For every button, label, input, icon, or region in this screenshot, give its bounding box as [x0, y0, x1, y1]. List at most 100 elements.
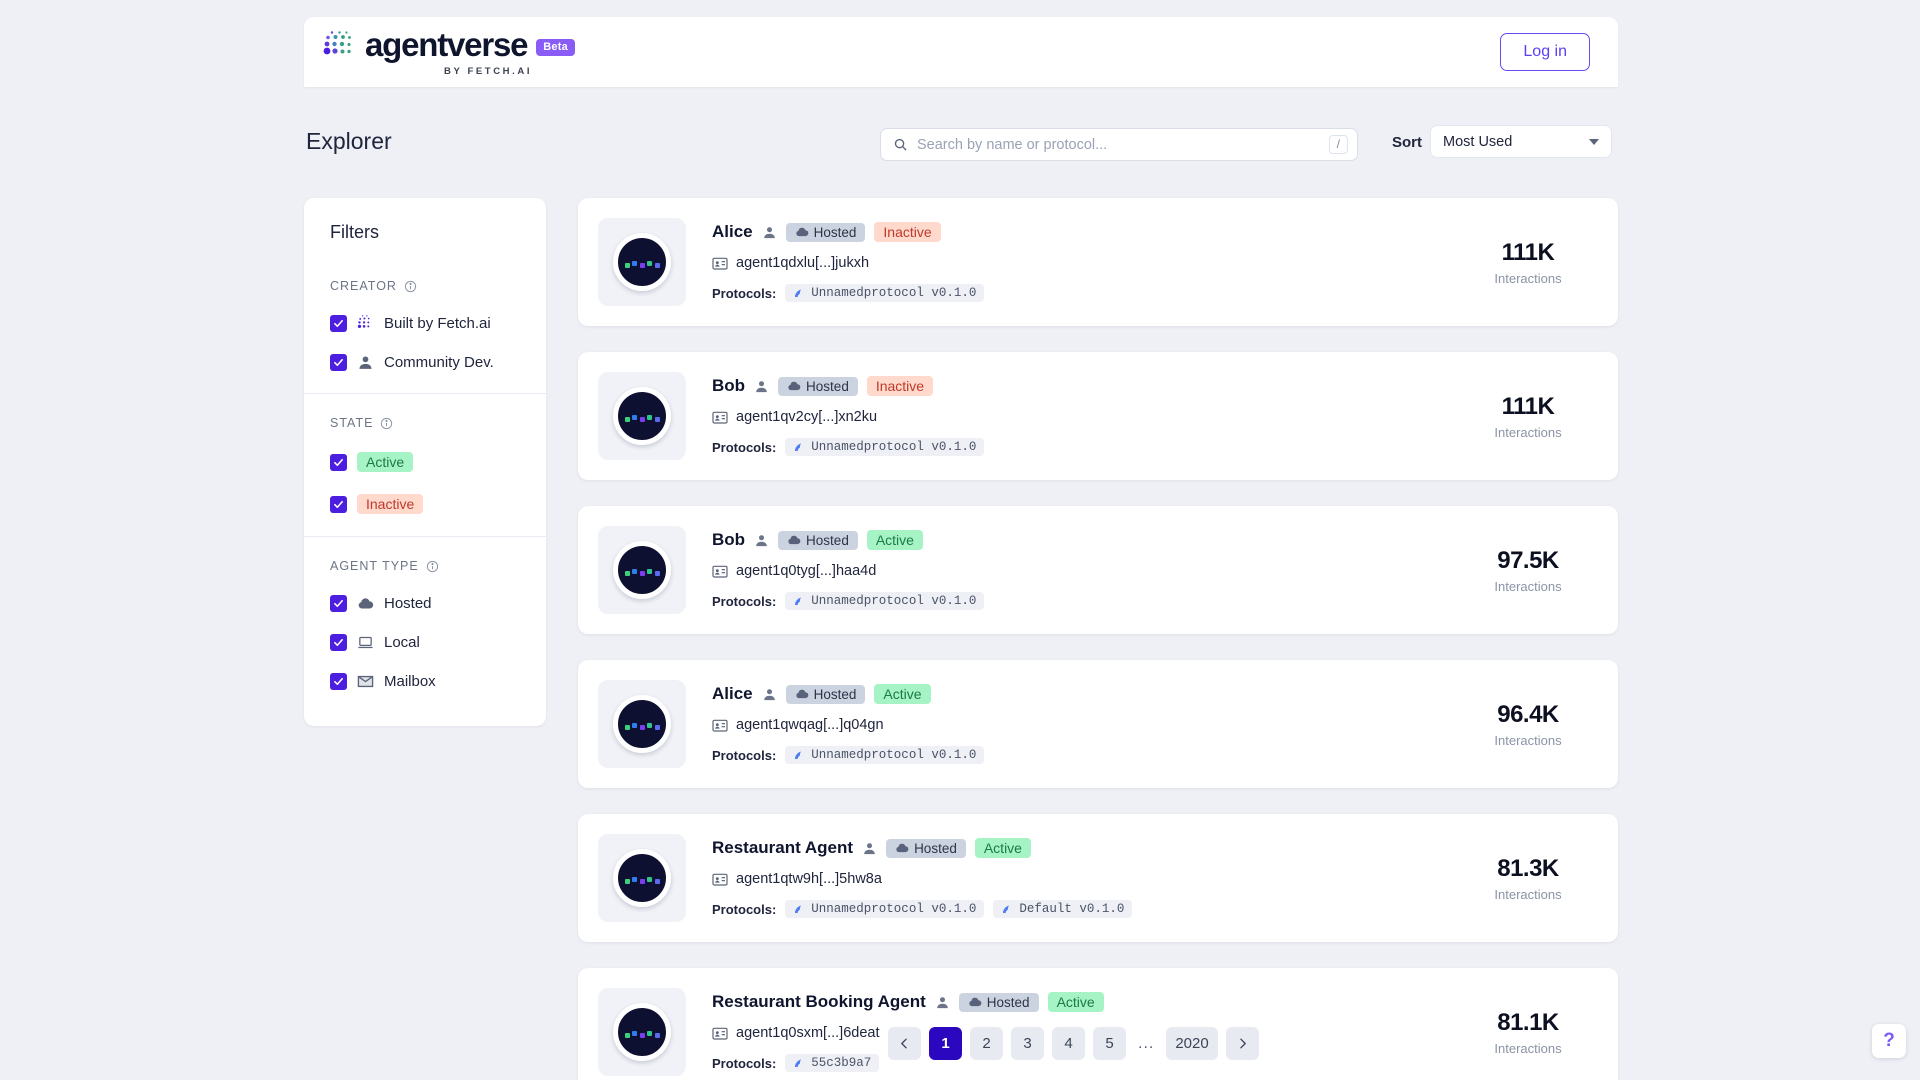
agent-header-row: AliceHostedInactive: [712, 222, 1464, 242]
interactions-label: Interactions: [1464, 1041, 1592, 1056]
filter-row-community-dev[interactable]: Community Dev.: [330, 354, 520, 371]
filter-checkbox[interactable]: [330, 595, 347, 612]
pagination-page-button[interactable]: 4: [1052, 1027, 1085, 1060]
filter-section-label: AGENT TYPE: [330, 559, 419, 573]
pagination-page-button[interactable]: 1: [929, 1027, 962, 1060]
search-box[interactable]: /: [880, 128, 1358, 161]
agent-type-label: Hosted: [806, 533, 849, 548]
avatar-dot: [625, 1033, 630, 1038]
protocol-name: Default v0.1.0: [1019, 902, 1124, 916]
filter-checkbox[interactable]: [330, 673, 347, 690]
interactions-stat: 97.5KInteractions: [1464, 547, 1592, 594]
filter-checkbox[interactable]: [330, 496, 347, 513]
protocols-label: Protocols:: [712, 594, 776, 609]
agent-address: agent1qdxlu[...]jukxh: [736, 255, 869, 271]
person-icon: [762, 225, 777, 240]
laptop-icon: [357, 634, 374, 651]
agent-card-body: BobHostedActiveagent1q0tyg[...]haa4dProt…: [712, 530, 1464, 610]
protocol-tag[interactable]: Unnamedprotocol v0.1.0: [785, 438, 984, 456]
interactions-label: Interactions: [1464, 271, 1592, 286]
protocols-label: Protocols:: [712, 286, 776, 301]
filter-row-mailbox[interactable]: Mailbox: [330, 673, 520, 690]
pagination-page-button[interactable]: 5: [1093, 1027, 1126, 1060]
protocol-tag[interactable]: Unnamedprotocol v0.1.0: [785, 900, 984, 918]
brand-logo[interactable]: agentverse Beta BY FETCH.AI: [322, 28, 575, 77]
avatar-dot: [632, 877, 637, 882]
filter-row-active[interactable]: Active: [330, 452, 520, 472]
protocol-name: Unnamedprotocol v0.1.0: [811, 440, 976, 454]
agent-address-row[interactable]: agent1qv2cy[...]xn2ku: [712, 409, 1464, 425]
agent-type-badge: Hosted: [786, 223, 866, 242]
agent-card-body: AliceHostedActiveagent1qwqag[...]q04gnPr…: [712, 684, 1464, 764]
fetch-dots-icon: [357, 315, 374, 332]
chevron-down-icon: [1589, 139, 1599, 145]
filter-checkbox[interactable]: [330, 634, 347, 651]
protocol-name: 55c3b9a7: [811, 1056, 871, 1070]
agent-type-label: Hosted: [806, 379, 849, 394]
avatar-dot: [625, 879, 630, 884]
agent-card[interactable]: AliceHostedActiveagent1qwqag[...]q04gnPr…: [578, 660, 1618, 788]
protocol-tag[interactable]: Unnamedprotocol v0.1.0: [785, 592, 984, 610]
filter-row-hosted[interactable]: Hosted: [330, 595, 520, 612]
protocol-tag[interactable]: 55c3b9a7: [785, 1054, 879, 1072]
agent-card[interactable]: BobHostedActiveagent1q0tyg[...]haa4dProt…: [578, 506, 1618, 634]
page-title: Explorer: [306, 128, 392, 155]
filter-row-inactive[interactable]: Inactive: [330, 494, 520, 514]
agent-card[interactable]: BobHostedInactiveagent1qv2cy[...]xn2kuPr…: [578, 352, 1618, 480]
person-icon: [762, 687, 777, 702]
filter-checkbox[interactable]: [330, 315, 347, 332]
pagination-prev-button[interactable]: [888, 1027, 921, 1060]
filter-label: Hosted: [384, 595, 432, 612]
avatar-dot: [640, 879, 645, 884]
pagination-page-button[interactable]: 2: [970, 1027, 1003, 1060]
avatar-dot: [625, 571, 630, 576]
addr-icon: [712, 411, 728, 424]
filters-panel: Filters CREATOR Built by Fetch.ai Communit…: [304, 198, 546, 726]
interactions-label: Interactions: [1464, 425, 1592, 440]
search-input[interactable]: [917, 137, 1329, 153]
info-icon[interactable]: [380, 417, 393, 430]
info-icon[interactable]: [426, 560, 439, 573]
filter-label: Local: [384, 634, 420, 651]
person-icon: [357, 354, 374, 371]
agent-address-row[interactable]: agent1qtw9h[...]5hw8a: [712, 871, 1464, 887]
agent-card[interactable]: Restaurant AgentHostedActiveagent1qtw9h[…: [578, 814, 1618, 942]
agent-card[interactable]: Restaurant Booking AgentHostedActiveagen…: [578, 968, 1618, 1080]
agent-address-row[interactable]: agent1qdxlu[...]jukxh: [712, 255, 1464, 271]
pagination-last-page-button[interactable]: 2020: [1166, 1027, 1217, 1060]
filter-checkbox[interactable]: [330, 354, 347, 371]
filter-section-label: CREATOR: [330, 279, 397, 293]
filter-row-built-by-fetch-ai[interactable]: Built by Fetch.ai: [330, 315, 520, 332]
filter-checkbox[interactable]: [330, 454, 347, 471]
filter-section: AGENT TYPE Hosted Local Mailbox: [304, 536, 546, 712]
avatar-dot: [632, 723, 637, 728]
avatar: [598, 526, 686, 614]
protocol-tag[interactable]: Unnamedprotocol v0.1.0: [785, 746, 984, 764]
agent-address-row[interactable]: agent1q0tyg[...]haa4d: [712, 563, 1464, 579]
filters-title: Filters: [304, 222, 546, 243]
status-badge: Active: [1048, 992, 1104, 1012]
agent-address: agent1qv2cy[...]xn2ku: [736, 409, 877, 425]
pagination-next-button[interactable]: [1226, 1027, 1259, 1060]
agent-card[interactable]: AliceHostedInactive agent1qdxlu[...]jukxh…: [578, 198, 1618, 326]
login-button[interactable]: Log in: [1500, 33, 1590, 71]
info-icon[interactable]: [404, 280, 417, 293]
help-button[interactable]: ?: [1872, 1024, 1906, 1058]
agent-type-label: Hosted: [814, 225, 857, 240]
agent-address-row[interactable]: agent1qwqag[...]q04gn: [712, 717, 1464, 733]
filter-section: CREATOR Built by Fetch.ai Community Dev.: [304, 279, 546, 393]
protocol-tag[interactable]: Unnamedprotocol v0.1.0: [785, 284, 984, 302]
protocol-tag[interactable]: Default v0.1.0: [993, 900, 1132, 918]
app-header: agentverse Beta BY FETCH.AI Log in: [304, 17, 1618, 87]
avatar-face: [613, 849, 671, 907]
addr-icon: [712, 257, 728, 270]
filter-label: Built by Fetch.ai: [384, 315, 491, 332]
sort-select[interactable]: Most Used: [1430, 125, 1612, 158]
pagination-page-button[interactable]: 3: [1011, 1027, 1044, 1060]
agent-protocols-row: Protocols: Unnamedprotocol v0.1.0: [712, 592, 1464, 610]
sort-label: Sort: [1392, 134, 1422, 151]
addr-icon: [712, 565, 728, 578]
avatar: [598, 372, 686, 460]
filter-row-local[interactable]: Local: [330, 634, 520, 651]
filter-section: STATEActiveInactive: [304, 393, 546, 536]
